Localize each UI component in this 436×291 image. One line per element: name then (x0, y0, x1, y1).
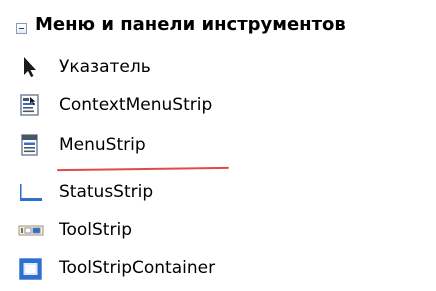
toolbox-item-label: ToolStripContainer (59, 258, 216, 278)
toolbox-item-menustrip[interactable]: MenuStrip (0, 125, 436, 165)
collapse-minus-icon[interactable] (16, 23, 27, 34)
group-title: Меню и панели инструментов (35, 14, 346, 35)
menu-strip-icon (18, 133, 42, 157)
toolbox-panel: Меню и панели инструментов Указатель Con… (0, 0, 436, 291)
pointer-arrow-icon (18, 55, 42, 79)
toolbox-item-label: MenuStrip (59, 135, 146, 155)
group-header-menus-toolbars[interactable]: Меню и панели инструментов (0, 0, 436, 48)
toolbox-item-label: ToolStrip (59, 220, 132, 240)
toolbox-item-label: ContextMenuStrip (59, 95, 213, 115)
status-strip-icon (18, 180, 42, 204)
toolbox-item-label: Указатель (59, 57, 151, 77)
tool-strip-icon (18, 218, 44, 242)
toolbox-item-toolstripcontainer[interactable]: ToolStripContainer (0, 248, 436, 288)
toolbox-item-contextmenustrip[interactable]: ContextMenuStrip (0, 85, 436, 125)
tool-strip-container-icon (18, 256, 42, 280)
context-menu-strip-icon (18, 93, 42, 117)
toolbox-item-pointer[interactable]: Указатель (0, 47, 436, 87)
toolbox-item-toolstrip[interactable]: ToolStrip (0, 210, 436, 250)
toolbox-item-label: StatusStrip (59, 182, 154, 202)
red-underline-annotation (56, 166, 230, 172)
toolbox-item-statusstrip[interactable]: StatusStrip (0, 172, 436, 212)
